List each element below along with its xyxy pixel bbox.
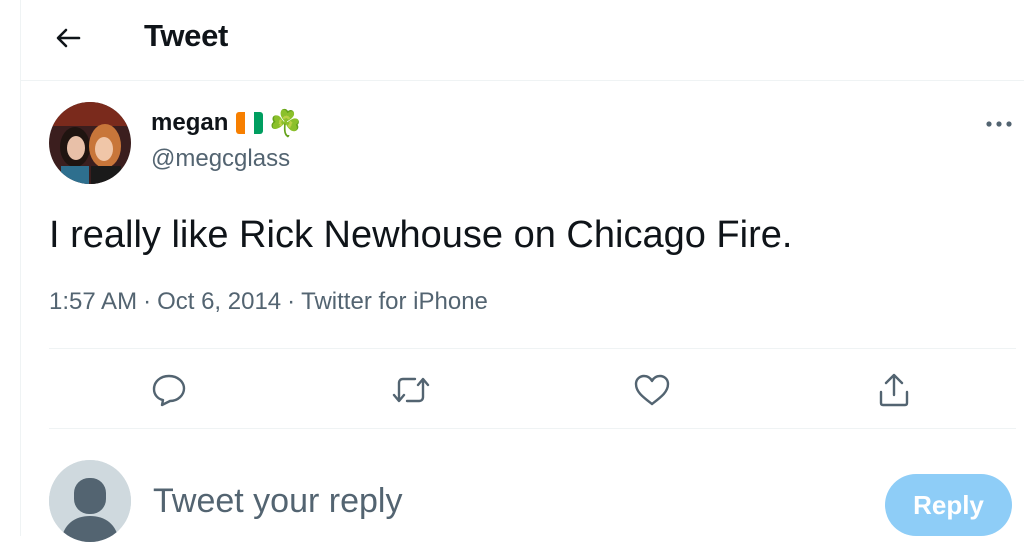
page-title: Tweet	[144, 18, 229, 53]
reply-input[interactable]	[153, 482, 853, 521]
tweet-text: I really like Rick Newhouse on Chicago F…	[49, 214, 793, 256]
retweet-icon	[392, 377, 430, 403]
ireland-flag-icon	[236, 112, 264, 134]
reply-button[interactable]: Reply	[885, 474, 1012, 536]
author-avatar[interactable]	[49, 102, 131, 184]
back-button[interactable]	[51, 21, 85, 55]
heart-icon	[634, 374, 670, 406]
default-avatar-icon	[49, 460, 131, 542]
author-name-row[interactable]: megan ☘️	[151, 109, 302, 137]
like-action-button[interactable]	[630, 368, 674, 412]
arrow-left-icon	[56, 28, 81, 48]
tweet-time[interactable]: 1:57 AM	[49, 288, 137, 315]
more-options-button[interactable]	[982, 112, 1016, 136]
comment-icon	[152, 374, 186, 407]
user-avatar[interactable]	[49, 460, 131, 542]
author-name[interactable]: megan	[151, 109, 228, 137]
share-action-button[interactable]	[872, 368, 916, 412]
share-icon	[879, 373, 909, 407]
divider	[49, 428, 1016, 429]
meta-separator: ·	[143, 288, 152, 315]
reply-action-button[interactable]	[147, 368, 191, 412]
header: Tweet	[21, 0, 1024, 81]
shamrock-icon: ☘️	[269, 108, 302, 138]
retweet-action-button[interactable]	[389, 368, 433, 412]
meta-separator: ·	[287, 288, 296, 315]
tweet-source[interactable]: Twitter for iPhone	[301, 288, 488, 315]
tweet-meta: 1:57 AM · Oct 6, 2014 · Twitter for iPhone	[49, 288, 488, 316]
tweet-date[interactable]: Oct 6, 2014	[157, 288, 281, 315]
divider	[49, 348, 1016, 349]
more-dots-icon	[986, 121, 1012, 127]
author-handle[interactable]: @megcglass	[151, 145, 290, 173]
